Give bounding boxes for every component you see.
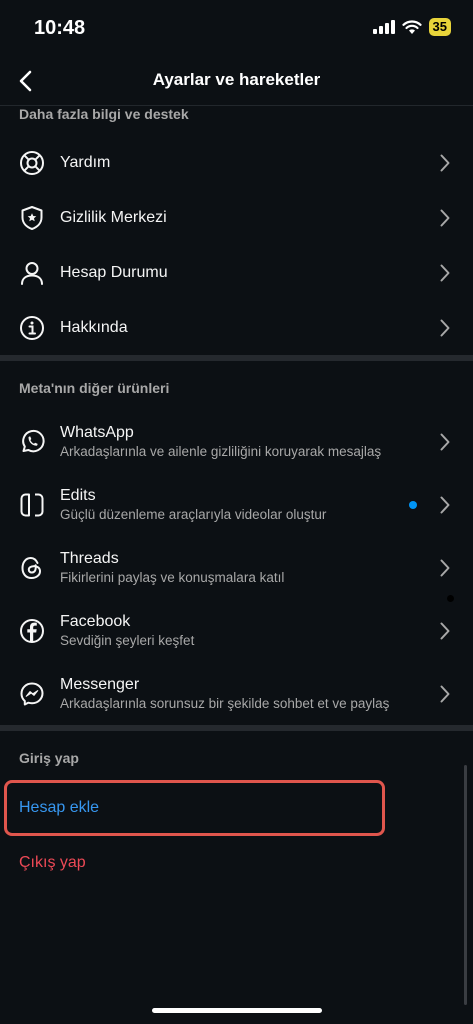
chevron-right-icon	[439, 319, 451, 337]
chevron-right-icon	[439, 264, 451, 282]
edits-icon	[18, 491, 46, 519]
section-divider	[0, 355, 473, 361]
chevron-right-icon	[439, 685, 451, 703]
new-indicator-dot	[409, 500, 417, 509]
menu-item-threads[interactable]: Threads Fikirlerini paylaş ve konuşmalar…	[0, 536, 473, 599]
nav-bar: Ayarlar ve hareketler	[0, 56, 473, 106]
messenger-icon	[18, 680, 46, 708]
menu-item-description: Fikirlerini paylaş ve konuşmalara katıl	[60, 570, 285, 585]
scrollbar[interactable]	[464, 765, 467, 1005]
chevron-right-icon	[439, 154, 451, 172]
section-header-meta: Meta'nın diğer ürünleri	[19, 380, 170, 396]
chevron-right-icon	[439, 209, 451, 227]
menu-item-label: Gizlilik Merkezi	[60, 208, 167, 226]
chevron-right-icon	[439, 433, 451, 451]
scroll-marker	[447, 595, 454, 602]
facebook-icon	[18, 617, 46, 645]
cellular-signal-icon	[372, 20, 395, 34]
threads-icon	[18, 554, 46, 582]
menu-item-label: Facebook	[60, 613, 131, 630]
chevron-right-icon	[439, 559, 451, 577]
section-header-login: Giriş yap	[19, 750, 79, 766]
logout-button[interactable]: Çıkış yap	[19, 854, 86, 872]
lifebuoy-icon	[18, 149, 46, 177]
add-account-button[interactable]: Hesap ekle	[19, 799, 99, 817]
wifi-icon	[401, 19, 422, 34]
menu-item-description: Sevdiğin şeyleri keşfet	[60, 633, 195, 648]
menu-item-description: Arkadaşlarınla ve ailenle gizliliğini ko…	[60, 444, 382, 459]
menu-item-label: Messenger	[60, 676, 140, 693]
menu-item-label: Hakkında	[60, 318, 128, 336]
status-bar: 10:48 35	[0, 0, 473, 56]
menu-item-help[interactable]: Yardım	[0, 135, 473, 190]
menu-item-edits[interactable]: Edits Güçlü düzenleme araçlarıyla videol…	[0, 473, 473, 536]
menu-item-description: Arkadaşlarınla sorunsuz bir şekilde sohb…	[60, 696, 390, 711]
menu-item-label: Threads	[60, 550, 119, 567]
status-time: 10:48	[34, 17, 86, 39]
menu-item-label: Yardım	[60, 153, 111, 171]
menu-item-facebook[interactable]: Facebook Sevdiğin şeyleri keşfet	[0, 599, 473, 662]
battery-indicator: 35	[428, 18, 451, 36]
shield-star-icon	[18, 204, 46, 232]
menu-item-description: Güçlü düzenleme araçlarıyla videolar olu…	[60, 507, 327, 522]
section-divider	[0, 725, 473, 731]
menu-item-account-status[interactable]: Hesap Durumu	[0, 245, 473, 300]
menu-item-label: Edits	[60, 487, 96, 504]
section-header-support: Daha fazla bilgi ve destek	[19, 106, 189, 122]
menu-item-about[interactable]: Hakkında	[0, 300, 473, 355]
menu-item-privacy-center[interactable]: Gizlilik Merkezi	[0, 190, 473, 245]
whatsapp-icon	[18, 428, 46, 456]
home-indicator[interactable]	[152, 1008, 322, 1013]
person-icon	[18, 259, 46, 287]
info-icon	[18, 314, 46, 342]
menu-item-whatsapp[interactable]: WhatsApp Arkadaşlarınla ve ailenle gizli…	[0, 410, 473, 473]
menu-item-label: Hesap Durumu	[60, 263, 168, 281]
page-title: Ayarlar ve hareketler	[152, 70, 321, 89]
menu-item-label: WhatsApp	[60, 424, 134, 441]
chevron-right-icon	[439, 496, 451, 514]
status-icons: 35	[372, 18, 451, 36]
chevron-right-icon	[439, 622, 451, 640]
menu-item-messenger[interactable]: Messenger Arkadaşlarınla sorunsuz bir şe…	[0, 662, 473, 725]
